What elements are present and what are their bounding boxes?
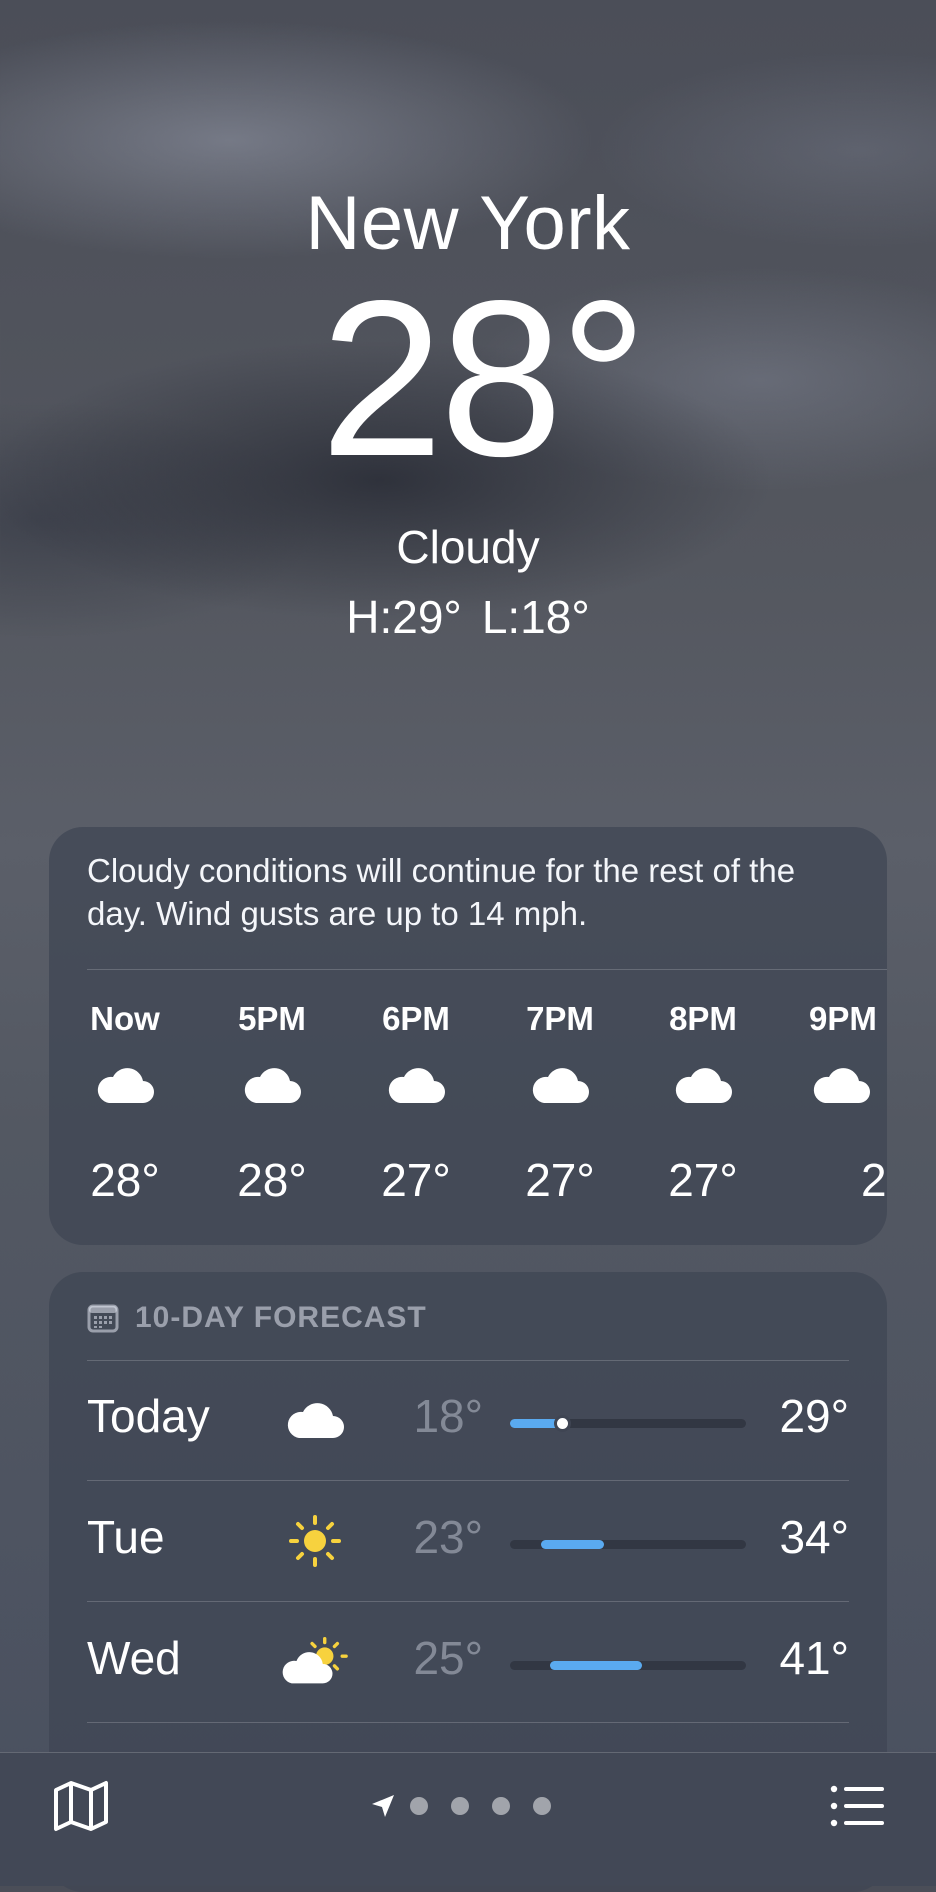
- location-page-indicator[interactable]: [368, 1791, 574, 1821]
- day-low-temperature: 25°: [413, 1632, 483, 1684]
- hour-label: 9PM: [809, 1000, 877, 1037]
- hour-temperature: 26°: [861, 1154, 887, 1206]
- condition-label: Cloudy: [396, 521, 540, 573]
- list-icon: [830, 1785, 884, 1832]
- cloud-icon: [653, 1065, 753, 1135]
- temperature-range-bar: [510, 1540, 746, 1549]
- row-divider: [87, 1722, 849, 1723]
- temperature-range-fill: [540, 1540, 605, 1549]
- hour-label: 5PM: [238, 1000, 306, 1037]
- bottom-toolbar: [0, 1752, 936, 1886]
- hour-temperature: 27°: [381, 1154, 451, 1206]
- page-dot[interactable]: [410, 1797, 428, 1815]
- hour-item: 7PM 27°: [510, 997, 610, 1207]
- forecast-title: 10-DAY FORECAST: [135, 1301, 427, 1334]
- cloud-icon: [222, 1065, 322, 1135]
- cloud-icon: [280, 1385, 350, 1455]
- hour-item: Now 28°: [75, 997, 175, 1207]
- hourly-scroll[interactable]: Now 28° 5PM 28° 6PM 27° 7PM 27° 8PM 27° …: [49, 997, 887, 1227]
- temperature-range-bar: [510, 1661, 746, 1670]
- forecast-row-today[interactable]: Today 18° 29°: [87, 1361, 849, 1481]
- day-low-temperature: 23°: [413, 1511, 483, 1563]
- hour-label: 7PM: [526, 1000, 594, 1037]
- city-name: New York: [305, 181, 631, 266]
- day-label: Wed: [87, 1632, 181, 1684]
- high-low-temperatures: H:29° L:18°: [0, 590, 936, 644]
- hour-temperature: 27°: [668, 1154, 738, 1206]
- page-dot[interactable]: [533, 1797, 551, 1815]
- day-high-temperature: 41°: [779, 1632, 849, 1684]
- cloud-icon: [510, 1065, 610, 1135]
- page-dot[interactable]: [451, 1797, 469, 1815]
- sun-icon: [280, 1506, 350, 1576]
- high-temperature: H:29°: [346, 591, 462, 643]
- hour-label: 8PM: [669, 1000, 737, 1037]
- hour-temperature: 28°: [90, 1154, 160, 1206]
- hour-item: 8PM 27°: [653, 997, 753, 1207]
- row-divider: [87, 1601, 849, 1602]
- current-temperature: 28°: [320, 255, 648, 503]
- day-low-temperature: 18°: [413, 1390, 483, 1442]
- forecast-row-wed[interactable]: Wed 25° 41°: [87, 1603, 849, 1723]
- map-button[interactable]: [50, 1779, 112, 1837]
- hour-label: 6PM: [382, 1000, 450, 1037]
- page-dot[interactable]: [492, 1797, 510, 1815]
- hour-item: 9PM 26°: [785, 997, 887, 1207]
- hour-item: 5PM 28°: [222, 997, 322, 1207]
- day-label: Tue: [87, 1511, 165, 1563]
- hourly-forecast-card[interactable]: Cloudy conditions will continue for the …: [49, 827, 887, 1245]
- day-high-temperature: 34°: [779, 1511, 849, 1563]
- weather-summary: Cloudy conditions will continue for the …: [87, 852, 796, 932]
- forecast-row-tue[interactable]: Tue 23° 34°: [87, 1482, 849, 1602]
- current-temperature-marker: [553, 1415, 571, 1432]
- low-temperature: L:18°: [481, 591, 590, 643]
- hour-item: 6PM 27°: [366, 997, 466, 1207]
- calendar-icon: [87, 1303, 119, 1333]
- partly-sunny-icon: [280, 1627, 350, 1697]
- map-icon: [53, 1780, 109, 1837]
- list-button[interactable]: [826, 1779, 888, 1837]
- hour-temperature: 28°: [237, 1154, 307, 1206]
- temperature-range-fill: [550, 1661, 643, 1670]
- cloud-icon: [75, 1065, 175, 1135]
- day-label: Today: [87, 1390, 210, 1442]
- hour-temperature: 27°: [525, 1154, 595, 1206]
- cloud-icon: [366, 1065, 466, 1135]
- row-divider: [87, 1480, 849, 1481]
- temperature-range-bar: [510, 1415, 746, 1432]
- day-high-temperature: 29°: [779, 1390, 849, 1442]
- forecast-header: 10-DAY FORECAST: [87, 1296, 427, 1340]
- hourly-divider: [87, 969, 887, 970]
- location-arrow-icon: [368, 1791, 398, 1821]
- cloud-icon: [785, 1065, 887, 1135]
- hour-label: Now: [90, 1000, 160, 1037]
